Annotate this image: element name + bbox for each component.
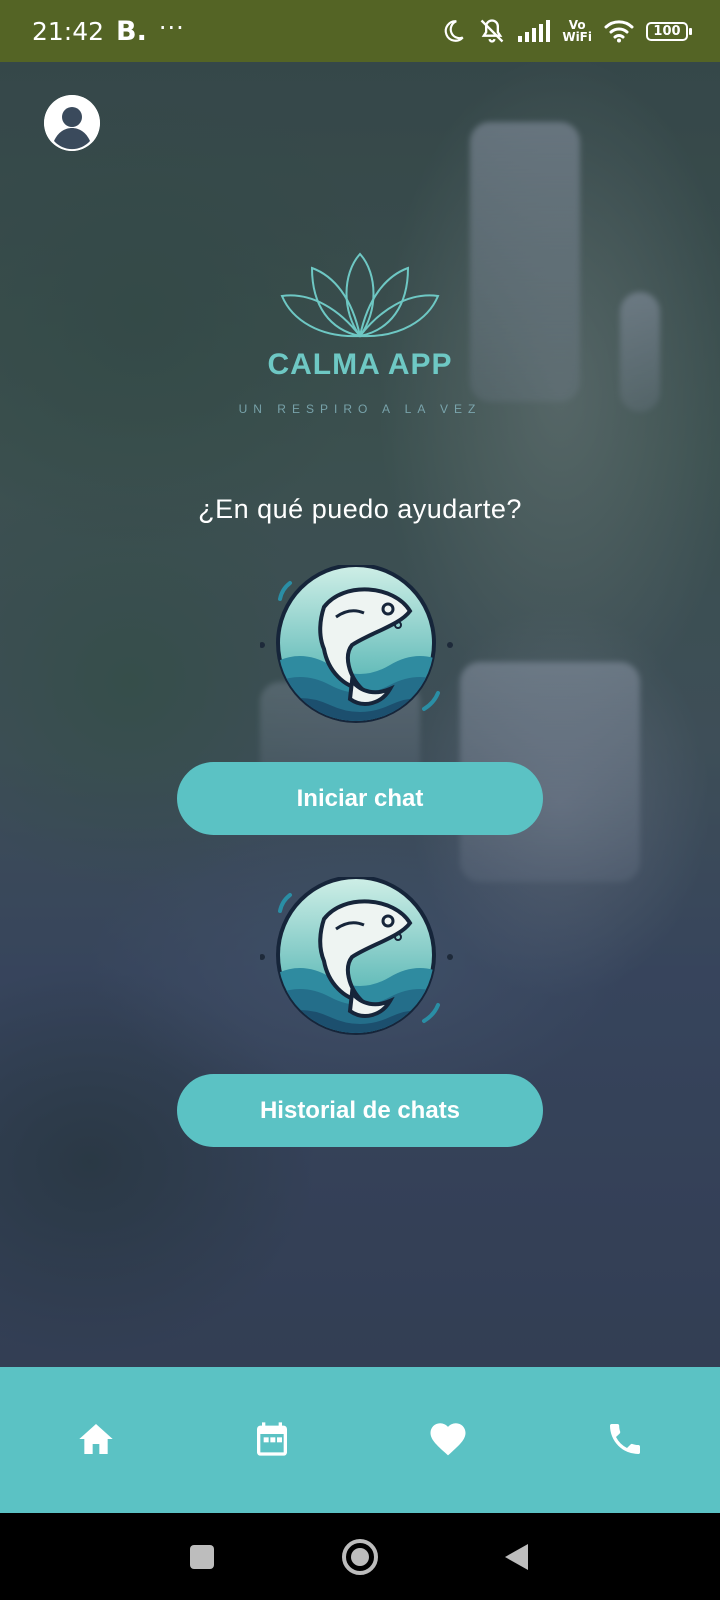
fish-icon: [259, 563, 453, 723]
status-right: Vo WiFi 100: [440, 17, 692, 45]
status-bar: 21:42 B. ··· Vo WiFi 100: [0, 0, 720, 62]
nav-calendar[interactable]: [244, 1411, 300, 1467]
lotus-icon: [280, 252, 440, 338]
battery-icon: 100: [646, 21, 692, 41]
chat-history-button[interactable]: Historial de chats: [177, 1074, 543, 1147]
back-button[interactable]: [494, 1535, 538, 1579]
heart-icon: [430, 1423, 466, 1456]
fish-mascot-chat: [259, 563, 460, 740]
system-navigation-bar: [0, 1513, 720, 1600]
app-indicator: B.: [116, 15, 147, 47]
home-system-button[interactable]: [338, 1535, 382, 1579]
profile-button[interactable]: [44, 95, 100, 151]
signal-icon: [518, 20, 551, 42]
fish-mascot-history: [259, 875, 460, 1052]
home-icon: [79, 1424, 113, 1454]
nav-call[interactable]: [597, 1411, 653, 1467]
moon-icon: [445, 20, 464, 42]
status-time: 21:42: [32, 16, 105, 46]
battery-level: 100: [653, 23, 681, 39]
phone-icon: [610, 1424, 640, 1454]
bottom-navigation: [0, 1367, 720, 1513]
app-screen: 21:42 B. ··· Vo WiFi 100 CALMA APP UN RE…: [0, 0, 720, 1600]
more-notifications-indicator: ···: [158, 14, 185, 42]
nav-favorites[interactable]: [420, 1411, 476, 1467]
help-question: ¿En qué puedo ayudarte?: [198, 494, 522, 524]
wifi-icon: [604, 20, 634, 43]
logo-title: CALMA APP: [267, 348, 453, 381]
mute-icon: [481, 19, 504, 43]
logo-tagline: UN RESPIRO A LA VEZ: [238, 402, 482, 416]
home-circle-icon: [342, 1539, 378, 1575]
vowifi-indicator: Vo WiFi: [562, 19, 592, 43]
fish-icon: [259, 875, 453, 1035]
start-chat-button[interactable]: Iniciar chat: [177, 762, 543, 835]
app-logo: CALMA APP UN RESPIRO A LA VEZ: [210, 252, 510, 432]
recents-button[interactable]: [180, 1535, 224, 1579]
nav-home[interactable]: [68, 1411, 124, 1467]
recents-icon: [190, 1545, 214, 1569]
calendar-icon: [257, 1422, 287, 1456]
vowifi-bottom: WiFi: [562, 30, 592, 44]
status-left: 21:42 B. ···: [32, 14, 185, 47]
back-icon: [505, 1544, 528, 1570]
account-circle-icon: [44, 95, 100, 151]
